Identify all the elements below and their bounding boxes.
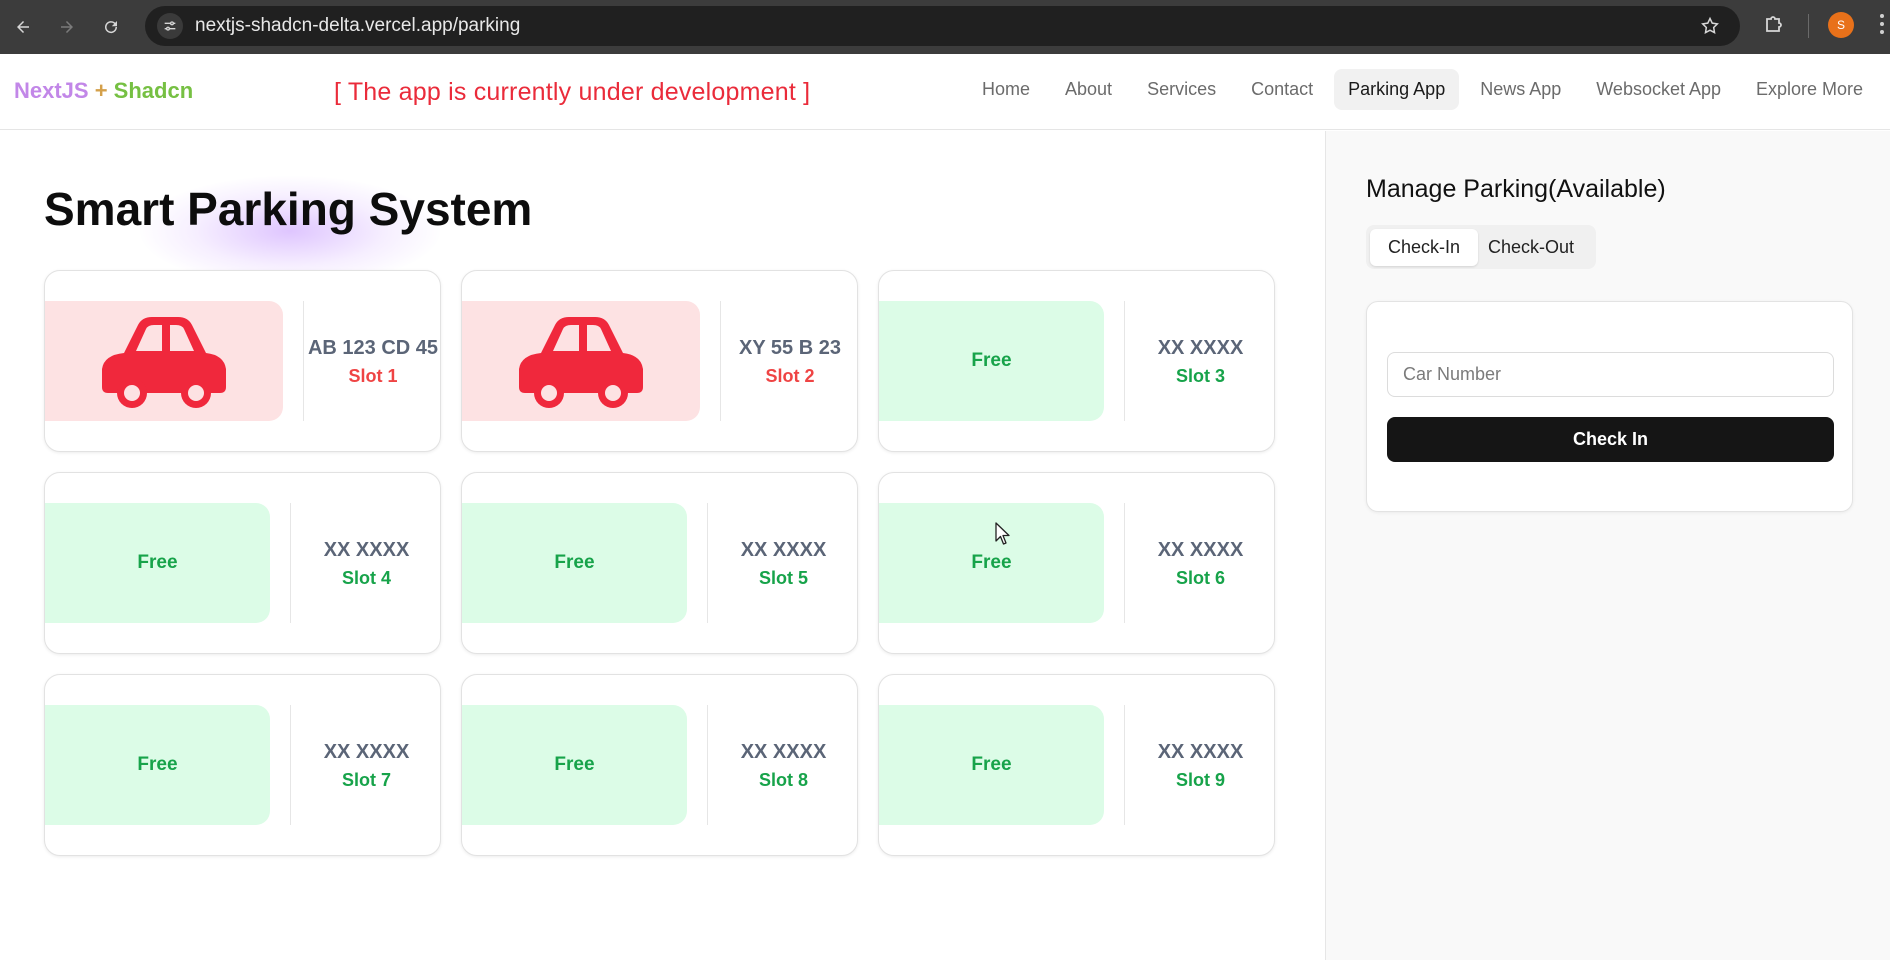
parking-slot-4[interactable]: Free XX XXXX Slot 4 [44,472,441,654]
extensions-icon[interactable] [1762,12,1786,41]
free-visual: Free [879,301,1104,421]
plate-number: XX XXXX [740,741,827,763]
toolbar-divider [1808,14,1809,38]
nav-about[interactable]: About [1051,69,1126,110]
parking-slot-7[interactable]: Free XX XXXX Slot 7 [44,674,441,856]
free-visual: Free [879,705,1104,825]
free-label: Free [554,552,595,573]
slot-label: Slot 3 [1175,366,1225,386]
parking-slot-1[interactable]: AB 123 CD 45 Slot 1 [44,270,441,452]
manage-parking-panel: Manage Parking(Available) Check-In Check… [1325,131,1890,960]
slot-label: Slot 4 [341,568,391,588]
brand-part1: NextJS [14,78,89,103]
parking-slot-6[interactable]: Free XX XXXX Slot 6 [878,472,1275,654]
free-visual: Free [45,503,270,623]
slot-info: XX XXXX Slot 7 [291,741,440,791]
nav-explore-more[interactable]: Explore More [1742,69,1877,110]
slot-label: Slot 9 [1175,770,1225,790]
free-label: Free [137,754,178,775]
car-number-input[interactable] [1387,352,1834,397]
forward-icon[interactable] [52,12,82,42]
nav-websocket-app[interactable]: Websocket App [1582,69,1735,110]
plate-number: XX XXXX [1157,337,1244,359]
panel-heading: Manage Parking(Available) [1366,175,1666,203]
site-settings-icon[interactable] [157,13,183,39]
free-label: Free [554,754,595,775]
nav-news-app[interactable]: News App [1466,69,1575,110]
slot-info: AB 123 CD 45 Slot 1 [304,337,440,387]
slot-info: XX XXXX Slot 3 [1125,337,1274,387]
back-icon[interactable] [8,12,38,42]
profile-avatar[interactable]: S [1828,12,1854,38]
plate-number: XX XXXX [1157,741,1244,763]
address-bar[interactable]: nextjs-shadcn-delta.vercel.app/parking [145,6,1740,46]
url-text[interactable]: nextjs-shadcn-delta.vercel.app/parking [195,15,520,37]
free-visual: Free [462,503,687,623]
slot-label: Slot 7 [341,770,391,790]
parking-slot-2[interactable]: XY 55 B 23 Slot 2 [461,270,858,452]
checkin-checkout-tabs: Check-In Check-Out [1366,225,1597,269]
plate-number: XX XXXX [740,539,827,561]
slot-info: XX XXXX Slot 5 [708,539,857,589]
free-label: Free [971,754,1012,775]
slot-info: XX XXXX Slot 9 [1125,741,1274,791]
main-content: Smart Parking System AB 123 CD 45 Slot 1 [0,131,1325,960]
nav-home[interactable]: Home [968,69,1044,110]
nav-services[interactable]: Services [1133,69,1230,110]
menu-kebab-icon[interactable] [1880,14,1884,38]
check-in-button[interactable]: Check In [1387,417,1834,462]
slot-label: Slot 2 [765,366,815,386]
page-title: Smart Parking System [44,183,533,235]
brand-part2: Shadcn [113,78,194,103]
mouse-cursor-icon [995,522,1010,545]
parking-slot-5[interactable]: Free XX XXXX Slot 5 [461,472,858,654]
free-visual: Free [462,705,687,825]
bookmark-star-icon[interactable] [1700,16,1720,41]
free-label: Free [137,552,178,573]
car-icon [519,317,643,408]
slot-label: Slot 1 [348,366,398,386]
occupied-visual [462,301,700,421]
occupied-visual [45,301,283,421]
app-header: NextJS + Shadcn [ The app is currently u… [0,54,1890,130]
nav-contact[interactable]: Contact [1237,69,1327,110]
brand-logo[interactable]: NextJS + Shadcn [14,78,193,104]
nav-parking-app[interactable]: Parking App [1334,68,1460,110]
tab-check-out[interactable]: Check-Out [1478,229,1592,266]
free-label: Free [971,350,1012,371]
check-in-card: Check In [1366,301,1853,512]
parking-slot-3[interactable]: Free XX XXXX Slot 3 [878,270,1275,452]
free-visual: Free [45,705,270,825]
slot-info: XX XXXX Slot 8 [708,741,857,791]
slot-label: Slot 8 [758,770,808,790]
free-label: Free [971,552,1012,573]
reload-icon[interactable] [96,12,126,42]
slot-label: Slot 6 [1175,568,1225,588]
plate-number: XX XXXX [1157,539,1244,561]
slot-info: XX XXXX Slot 6 [1125,539,1274,589]
car-icon [102,317,226,408]
browser-toolbar: nextjs-shadcn-delta.vercel.app/parking S [0,0,1890,54]
main-nav: Home About Services Contact Parking App … [968,66,1884,112]
slot-info: XX XXXX Slot 4 [291,539,440,589]
plate-number: AB 123 CD 45 [307,337,439,359]
slot-info: XY 55 B 23 Slot 2 [721,337,857,387]
slot-label: Slot 5 [758,568,808,588]
tab-check-in[interactable]: Check-In [1370,228,1479,266]
development-notice: [ The app is currently under development… [334,78,811,106]
parking-slot-8[interactable]: Free XX XXXX Slot 8 [461,674,858,856]
plate-number: XX XXXX [323,539,410,561]
free-visual: Free [879,503,1104,623]
plate-number: XY 55 B 23 [739,337,841,359]
parking-slot-9[interactable]: Free XX XXXX Slot 9 [878,674,1275,856]
plate-number: XX XXXX [323,741,410,763]
brand-plus: + [88,78,114,103]
